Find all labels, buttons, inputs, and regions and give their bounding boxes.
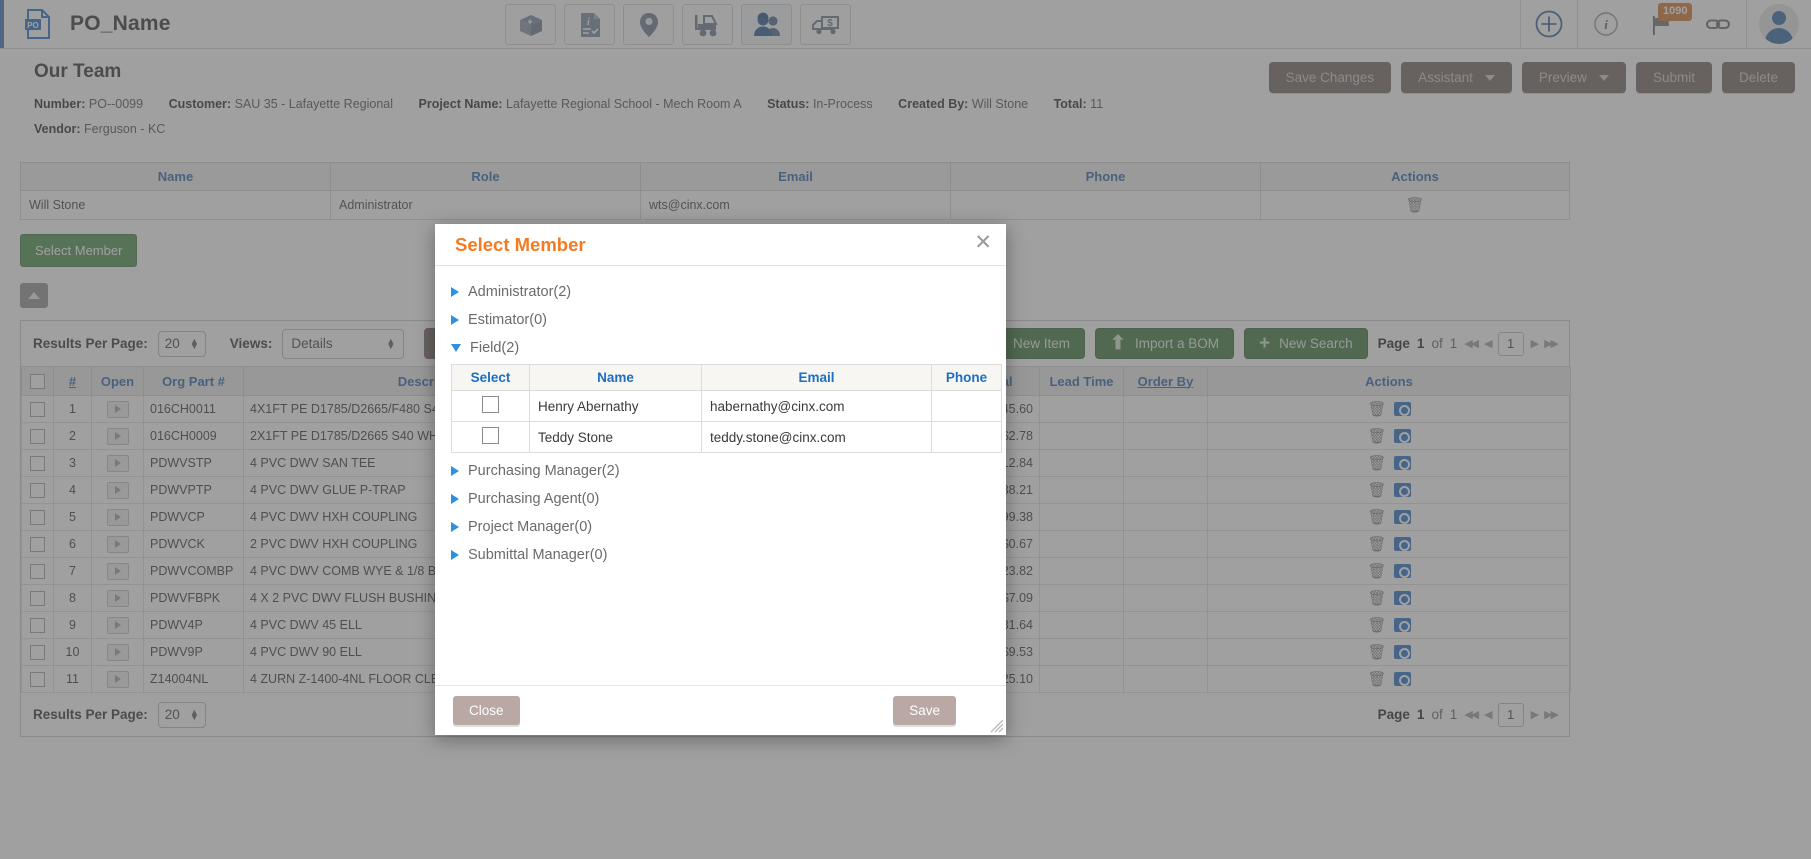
accordion-project-manager[interactable]: Project Manager(0) <box>447 513 994 541</box>
member-cell-select <box>451 421 530 453</box>
table-row: Teddy Stone teddy.stone@cinx.com <box>451 421 1002 453</box>
close-button[interactable]: Close <box>453 696 520 725</box>
resize-handle[interactable] <box>990 719 1004 733</box>
member-cell-email: habernathy@cinx.com <box>701 390 932 422</box>
chevron-down-icon <box>451 344 461 352</box>
accordion-label: Purchasing Agent(0) <box>468 491 600 507</box>
accordion-estimator[interactable]: Estimator(0) <box>447 306 994 334</box>
accordion-field[interactable]: Field(2) <box>447 334 994 362</box>
dialog-header: Select Member ✕ <box>435 224 1006 266</box>
accordion-label: Project Manager(0) <box>468 519 593 535</box>
member-col-name[interactable]: Name <box>529 364 702 391</box>
chevron-right-icon <box>451 494 459 504</box>
member-col-email[interactable]: Email <box>701 364 932 391</box>
accordion-label: Submittal Manager(0) <box>468 547 608 563</box>
chevron-right-icon <box>451 522 459 532</box>
accordion-label: Purchasing Manager(2) <box>468 463 620 479</box>
select-member-dialog: Select Member ✕ Administrator(2) Estimat… <box>435 224 1006 735</box>
dialog-body: Administrator(2) Estimator(0) Field(2) S… <box>435 266 1006 685</box>
member-cell-name: Henry Abernathy <box>529 390 702 422</box>
member-checkbox[interactable] <box>482 427 499 444</box>
member-cell-name: Teddy Stone <box>529 421 702 453</box>
accordion-label: Field(2) <box>470 340 520 356</box>
member-col-select[interactable]: Select <box>451 364 530 391</box>
dialog-title: Select Member <box>455 233 586 255</box>
table-row: Henry Abernathy habernathy@cinx.com <box>451 390 1002 422</box>
accordion-submittal-manager[interactable]: Submittal Manager(0) <box>447 541 994 569</box>
save-button[interactable]: Save <box>893 696 956 725</box>
member-cell-phone <box>931 421 1002 453</box>
member-checkbox[interactable] <box>482 396 499 413</box>
member-cell-phone <box>931 390 1002 422</box>
chevron-right-icon <box>451 466 459 476</box>
member-cell-select <box>451 390 530 422</box>
chevron-right-icon <box>451 550 459 560</box>
member-table-header-row: Select Name Email Phone <box>451 364 1002 391</box>
close-icon[interactable]: ✕ <box>974 232 992 253</box>
accordion-purchasing-agent[interactable]: Purchasing Agent(0) <box>447 485 994 513</box>
accordion-label: Administrator(2) <box>468 284 572 300</box>
accordion-label: Estimator(0) <box>468 312 547 328</box>
member-table: Select Name Email Phone Henry Abernathy … <box>451 364 1002 453</box>
accordion-purchasing-manager[interactable]: Purchasing Manager(2) <box>447 457 994 485</box>
member-cell-email: teddy.stone@cinx.com <box>701 421 932 453</box>
chevron-right-icon <box>451 315 459 325</box>
dialog-footer: Close Save <box>435 685 1006 735</box>
chevron-right-icon <box>451 287 459 297</box>
member-col-phone[interactable]: Phone <box>931 364 1002 391</box>
accordion-administrator[interactable]: Administrator(2) <box>447 278 994 306</box>
